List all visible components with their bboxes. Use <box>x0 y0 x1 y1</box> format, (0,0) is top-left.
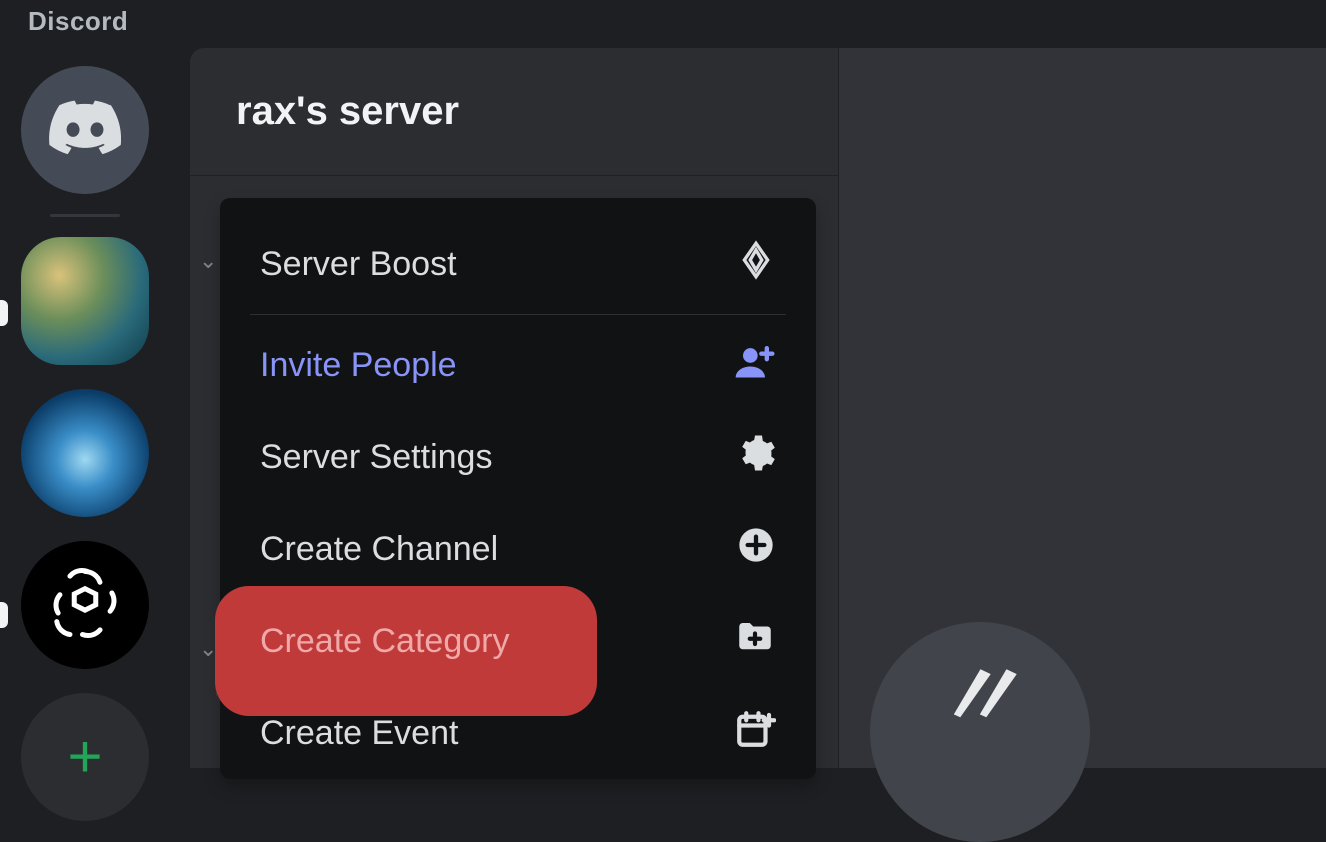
openai-logo-icon <box>42 560 128 651</box>
folder-plus-icon <box>734 616 776 667</box>
home-button[interactable] <box>21 66 149 194</box>
menu-item-create-category[interactable]: Create Category <box>250 595 786 687</box>
menu-item-label: Server Settings <box>260 438 492 477</box>
gear-icon <box>734 432 776 483</box>
menu-item-label: Create Category <box>260 622 509 661</box>
boost-icon <box>736 240 776 289</box>
chat-area: 〃 <box>838 48 1326 768</box>
server-icon[interactable] <box>21 389 149 517</box>
server-rail: + <box>0 56 170 821</box>
rail-divider <box>50 214 120 217</box>
menu-item-create-channel[interactable]: Create Channel <box>250 503 786 595</box>
menu-item-server-boost[interactable]: Server Boost <box>250 218 786 310</box>
menu-item-label: Invite People <box>260 346 457 385</box>
server-icon[interactable] <box>21 541 149 669</box>
hash-decorative-icon: 〃 <box>932 623 1028 753</box>
plus-icon: + <box>67 727 102 787</box>
menu-item-label: Create Event <box>260 714 458 753</box>
invite-people-icon <box>732 339 776 392</box>
menu-item-label: Server Boost <box>260 245 457 284</box>
menu-item-server-settings[interactable]: Server Settings <box>250 411 786 503</box>
calendar-plus-icon <box>734 708 776 759</box>
server-icon[interactable] <box>21 237 149 365</box>
chevron-down-icon[interactable]: ⌄ <box>199 248 217 274</box>
discord-logo-icon <box>49 100 121 161</box>
server-name: rax's server <box>190 89 459 134</box>
add-server-button[interactable]: + <box>21 693 149 821</box>
menu-item-label: Create Channel <box>260 530 498 569</box>
server-dropdown-menu: Server Boost Invite People Server Settin… <box>220 198 816 779</box>
menu-item-invite-people[interactable]: Invite People <box>250 319 786 411</box>
plus-circle-icon <box>736 525 776 574</box>
menu-item-create-event[interactable]: Create Event <box>250 687 786 779</box>
channel-avatar: 〃 <box>870 622 1090 842</box>
app-title: Discord <box>28 6 128 37</box>
menu-divider <box>250 314 786 315</box>
